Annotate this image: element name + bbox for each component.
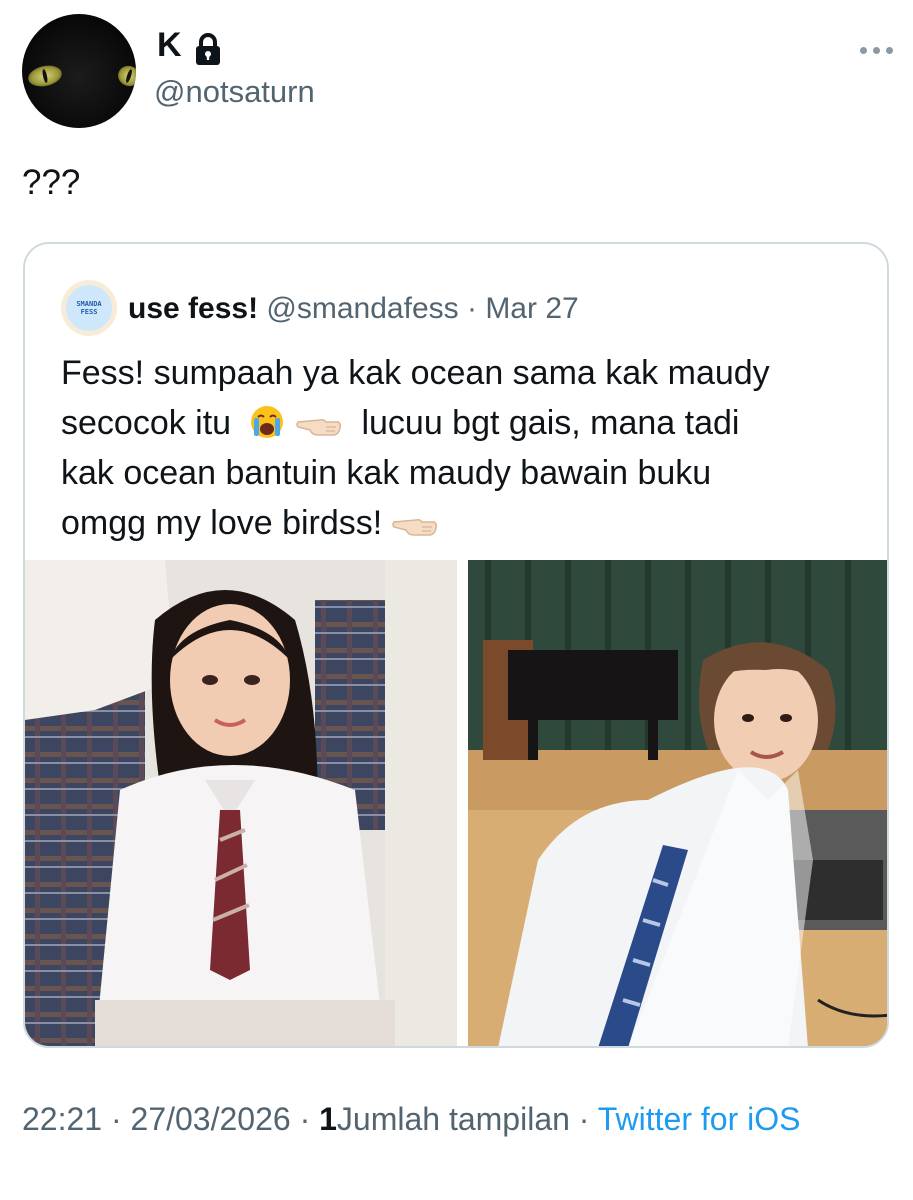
- footer-separator: ·: [110, 1101, 122, 1137]
- quoted-media: [25, 560, 887, 1046]
- more-options-icon[interactable]: [860, 46, 894, 56]
- quoted-separator: ·: [466, 292, 477, 325]
- backhand-index-pointing-left-icon: [296, 419, 341, 436]
- quoted-avatar-text-1: SMANDA: [76, 300, 102, 308]
- quoted-line-2: secocok itu lucuu bgt gais, mana tadi: [61, 398, 861, 448]
- lock-icon: [196, 33, 220, 65]
- footer-separator: ·: [299, 1101, 311, 1137]
- quoted-handle[interactable]: @smandafess: [266, 292, 458, 325]
- quoted-display-name[interactable]: use fess!: [128, 292, 258, 325]
- quoted-header: use fess! @smandafess · Mar 27: [128, 292, 579, 326]
- photo-girl[interactable]: [25, 560, 457, 1046]
- footer-time[interactable]: 22:21: [22, 1101, 102, 1137]
- quoted-date[interactable]: Mar 27: [485, 292, 578, 325]
- backhand-index-pointing-left-icon: [391, 519, 437, 536]
- loudly-crying-face-icon: [250, 406, 283, 438]
- author-avatar[interactable]: [22, 14, 136, 128]
- quoted-body: Fess! sumpaah ya kak ocean sama kak maud…: [61, 348, 861, 548]
- photo-boy[interactable]: [468, 560, 887, 1046]
- cat-eye-right: [115, 63, 136, 89]
- tweet-footer: 22:21 · 27/03/2026 · 1Jumlah tampilan · …: [22, 1101, 800, 1138]
- quoted-line-4a: omgg my love birdss!: [61, 504, 383, 542]
- quoted-line-2b: lucuu bgt gais, mana tadi: [361, 404, 740, 442]
- quoted-line-3: kak ocean bantuin kak maudy bawain buku: [61, 454, 712, 492]
- source-link[interactable]: Twitter for iOS: [598, 1101, 801, 1137]
- footer-separator: ·: [578, 1101, 590, 1137]
- quoted-avatar[interactable]: SMANDA FESS: [61, 280, 117, 336]
- quoted-line-1: Fess! sumpaah ya kak ocean sama kak maud…: [61, 354, 770, 392]
- quoted-avatar-text-2: FESS: [80, 308, 98, 316]
- quoted-line-4: omgg my love birdss!: [61, 498, 861, 548]
- author-display-name[interactable]: K: [157, 26, 182, 65]
- views-label[interactable]: Jumlah tampilan: [337, 1101, 570, 1137]
- quoted-line-2a: secocok itu: [61, 404, 232, 442]
- tweet-text: ???: [22, 163, 81, 202]
- footer-date[interactable]: 27/03/2026: [131, 1101, 291, 1137]
- views-count[interactable]: 1: [319, 1101, 337, 1137]
- author-handle[interactable]: @notsaturn: [154, 74, 315, 110]
- quoted-tweet-card[interactable]: SMANDA FESS use fess! @smandafess · Mar …: [23, 242, 889, 1048]
- cat-eye-left: [26, 62, 64, 90]
